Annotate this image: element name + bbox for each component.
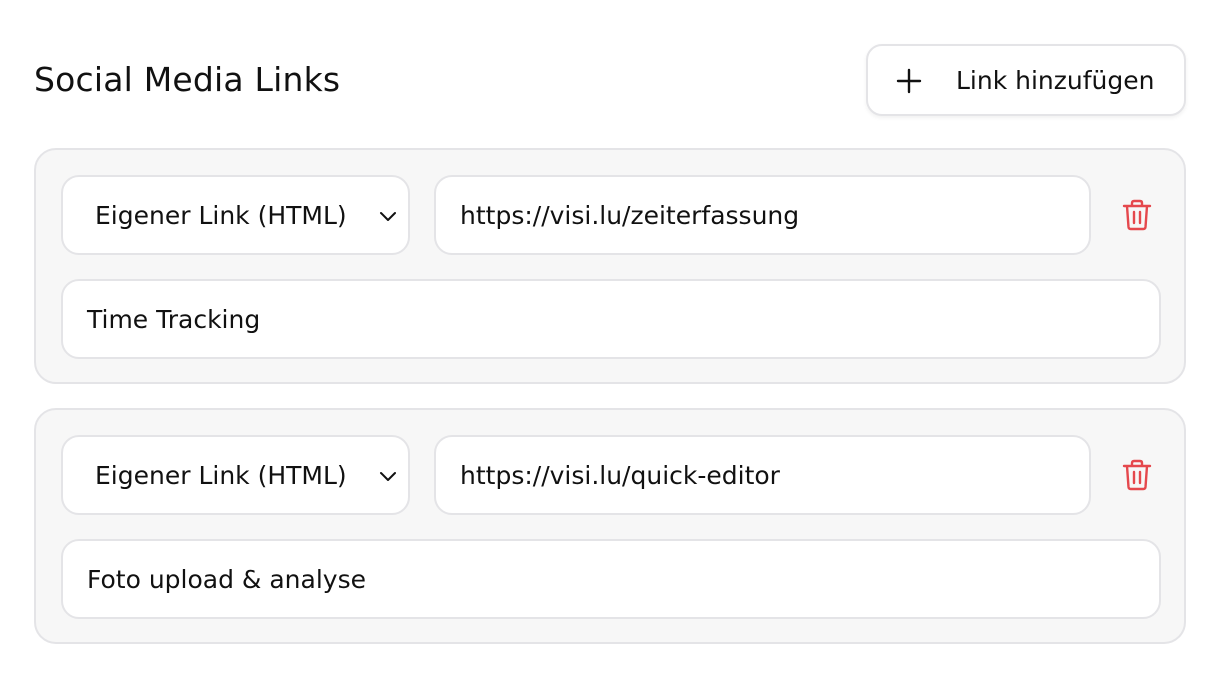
chevron-down-icon xyxy=(380,472,396,481)
trash-icon[interactable] xyxy=(1122,199,1152,231)
link-url-value: https://visi.lu/zeiterfassung xyxy=(460,201,800,230)
link-label-value: Foto upload & analyse xyxy=(87,565,366,594)
plus-icon xyxy=(896,68,922,94)
add-link-button[interactable]: Link hinzufügen xyxy=(866,44,1186,116)
link-card: Eigener Link (HTML) https://visi.lu/quic… xyxy=(34,408,1186,644)
trash-icon[interactable] xyxy=(1122,459,1152,491)
link-label-input[interactable]: Time Tracking xyxy=(61,279,1161,359)
link-type-select[interactable]: Eigener Link (HTML) xyxy=(61,175,410,255)
chevron-down-icon xyxy=(380,212,396,221)
link-url-value: https://visi.lu/quick-editor xyxy=(460,461,780,490)
section-title: Social Media Links xyxy=(34,60,341,99)
section-header: Social Media Links Link hinzufügen xyxy=(34,44,1186,116)
link-type-value: Eigener Link (HTML) xyxy=(95,201,347,230)
link-card: Eigener Link (HTML) https://visi.lu/zeit… xyxy=(34,148,1186,384)
add-link-label: Link hinzufügen xyxy=(956,66,1155,95)
link-type-value: Eigener Link (HTML) xyxy=(95,461,347,490)
link-type-select[interactable]: Eigener Link (HTML) xyxy=(61,435,410,515)
social-media-links-page: Social Media Links Link hinzufügen Eigen… xyxy=(0,0,1218,692)
link-url-input[interactable]: https://visi.lu/quick-editor xyxy=(434,435,1091,515)
link-label-input[interactable]: Foto upload & analyse xyxy=(61,539,1161,619)
link-url-input[interactable]: https://visi.lu/zeiterfassung xyxy=(434,175,1091,255)
link-label-value: Time Tracking xyxy=(87,305,261,334)
